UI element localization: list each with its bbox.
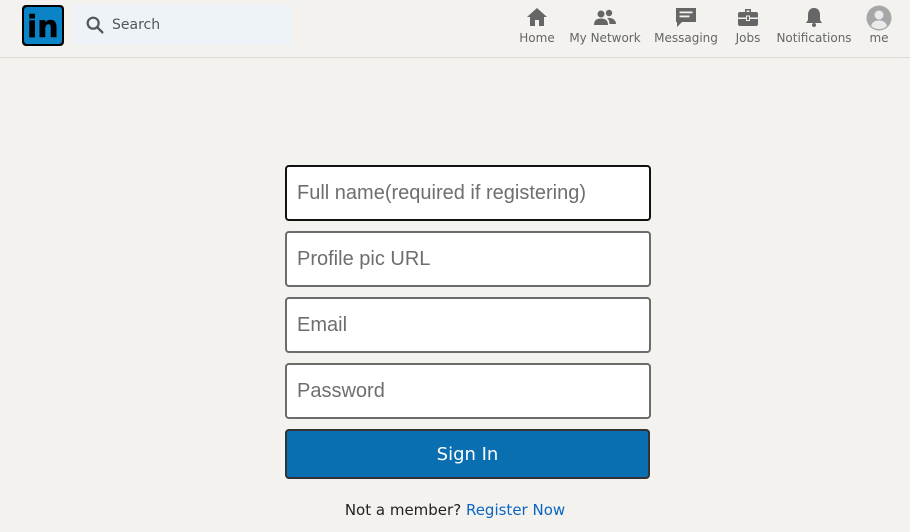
- nav-jobs[interactable]: Jobs: [733, 6, 763, 50]
- people-icon: [594, 9, 616, 25]
- search-placeholder: Search: [112, 17, 161, 33]
- nav-me[interactable]: me: [864, 5, 894, 49]
- register-now-link[interactable]: Register Now: [466, 501, 565, 519]
- nav-notifications-label: Notifications: [776, 31, 852, 45]
- nav-messaging-label: Messaging: [654, 31, 718, 45]
- nav-my-network[interactable]: My Network: [569, 6, 641, 50]
- nav-home-label: Home: [519, 31, 555, 45]
- top-nav-bar: in Search Home My Network Messaging Jobs…: [0, 0, 910, 58]
- briefcase-icon: [738, 9, 758, 26]
- linkedin-logo[interactable]: in: [22, 5, 64, 46]
- sign-in-button[interactable]: Sign In: [285, 429, 650, 479]
- bell-icon: [806, 8, 822, 27]
- home-icon: [527, 8, 547, 26]
- register-prompt: Not a member? Register Now: [0, 501, 910, 519]
- full-name-input[interactable]: [285, 165, 651, 221]
- nav-home[interactable]: Home: [518, 6, 556, 50]
- profile-pic-url-input[interactable]: [285, 231, 651, 287]
- search-box[interactable]: Search: [74, 5, 292, 45]
- svg-text:in: in: [27, 10, 59, 44]
- password-input[interactable]: [285, 363, 651, 419]
- logo-glyph: in: [27, 10, 59, 44]
- message-icon: [676, 8, 696, 27]
- nav-my-network-label: My Network: [569, 31, 641, 45]
- search-icon: [86, 16, 104, 34]
- avatar-icon: [866, 5, 892, 31]
- email-input[interactable]: [285, 297, 651, 353]
- nav-jobs-label: Jobs: [735, 31, 761, 45]
- nav-notifications[interactable]: Notifications: [776, 6, 852, 50]
- nav-messaging[interactable]: Messaging: [654, 6, 718, 50]
- nav-me-label: me: [869, 31, 889, 45]
- logo-badge: in: [24, 7, 62, 44]
- not-member-text: Not a member?: [344, 501, 462, 519]
